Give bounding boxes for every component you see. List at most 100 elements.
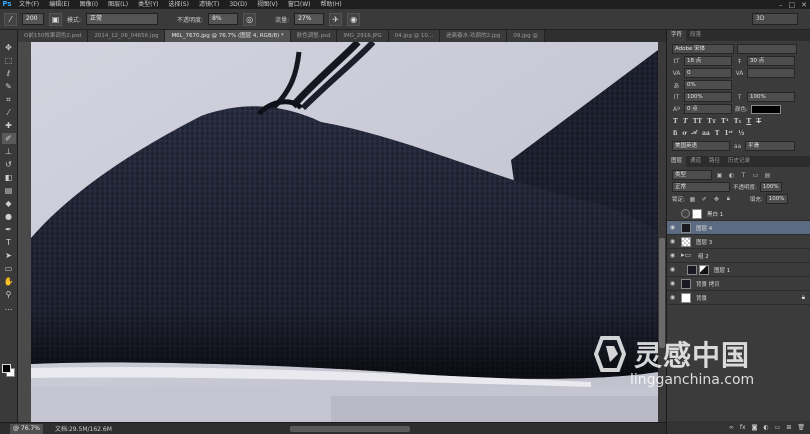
titling-icon[interactable]: T — [715, 130, 719, 137]
clone-stamp-tool-icon[interactable]: ⊥ — [2, 146, 16, 157]
tsume-input[interactable]: 0% — [684, 80, 732, 90]
eye-icon[interactable]: ◉ — [667, 266, 678, 273]
document-tab[interactable]: 2014_12_06_04656.jpg — [88, 30, 166, 42]
tab-history[interactable]: 历史记录 — [724, 156, 754, 167]
gradient-tool-icon[interactable]: ▤ — [2, 185, 16, 196]
lock-image-icon[interactable]: ✐ — [700, 196, 709, 203]
document-tab[interactable]: 肤色调整.psd — [290, 30, 338, 42]
menu-file[interactable]: 文件(F) — [14, 0, 44, 9]
strikethrough-icon[interactable]: T — [756, 117, 761, 125]
pressure-size-icon[interactable]: ◉ — [347, 12, 361, 26]
tab-layers[interactable]: 图层 — [667, 156, 687, 167]
crop-tool-icon[interactable]: ⌗ — [2, 94, 16, 105]
minimize-icon[interactable]: – — [779, 1, 783, 9]
eye-icon[interactable]: ◉ — [667, 238, 678, 245]
all-caps-icon[interactable]: TT — [693, 117, 702, 125]
mode-select[interactable]: 正常 — [86, 13, 159, 25]
font-style-select[interactable] — [737, 44, 797, 54]
zoom-level[interactable]: @ 76.7% — [10, 423, 43, 434]
menu-window[interactable]: 窗口(W) — [283, 0, 316, 9]
opacity-input[interactable]: 8% — [208, 13, 239, 25]
type-tool-icon[interactable]: T — [2, 237, 16, 248]
brush-tool-preset-icon[interactable]: ⁄ — [4, 12, 17, 26]
move-tool-icon[interactable]: ✥ — [2, 42, 16, 53]
menu-edit[interactable]: 编辑(E) — [44, 0, 74, 9]
pressure-opacity-icon[interactable]: ◎ — [243, 12, 257, 26]
faux-bold-icon[interactable]: T — [673, 117, 678, 125]
canvas-vertical-scrollbar[interactable] — [658, 42, 666, 422]
layer-row[interactable]: ◉ ▸▭ 组 2 — [667, 249, 810, 263]
layer-filter-select[interactable]: 类型 — [672, 170, 712, 180]
brush-panel-toggle-icon[interactable]: ▣ — [49, 12, 62, 26]
swash-icon[interactable]: 𝒜 — [691, 129, 697, 137]
maximize-icon[interactable]: □ — [789, 1, 796, 9]
blend-mode-select[interactable]: 正常 — [672, 182, 730, 192]
eye-icon[interactable]: ◉ — [667, 294, 678, 301]
discretionary-ligature-icon[interactable]: ơ — [682, 130, 686, 137]
layer-row[interactable]: ◉ 图层 3 — [667, 235, 810, 249]
fractions-icon[interactable]: ½ — [738, 130, 744, 137]
menu-3d[interactable]: 3D(D) — [224, 0, 252, 9]
airbrush-icon[interactable]: ✈ — [329, 12, 343, 26]
add-mask-icon[interactable]: ◙ — [752, 424, 758, 431]
underline-icon[interactable]: T — [746, 117, 751, 125]
menu-select[interactable]: 选择(S) — [163, 0, 194, 9]
document-size-info[interactable]: 文档:29.5M/162.6M — [55, 424, 112, 433]
tab-paragraph[interactable]: 段落 — [686, 30, 705, 41]
horizontal-scale-input[interactable]: 100% — [747, 92, 795, 102]
antialias-select[interactable]: 平滑 — [745, 141, 795, 151]
more-tools-icon[interactable]: … — [2, 302, 16, 313]
path-select-tool-icon[interactable]: ➤ — [2, 250, 16, 261]
eye-icon[interactable]: ◉ — [667, 280, 678, 287]
document-tab[interactable]: 04.jpg @ 10... — [388, 30, 441, 42]
flow-input[interactable]: 27% — [294, 13, 325, 25]
workspace-select[interactable]: 3D — [752, 13, 798, 25]
menu-filter[interactable]: 滤镜(T) — [194, 0, 224, 9]
eraser-tool-icon[interactable]: ◧ — [2, 172, 16, 183]
kerning-input[interactable]: 0 — [684, 68, 732, 78]
blur-tool-icon[interactable]: ◆ — [2, 198, 16, 209]
superscript-icon[interactable]: T¹ — [721, 117, 729, 125]
link-layers-icon[interactable]: ∞ — [729, 424, 734, 431]
healing-brush-tool-icon[interactable]: ✚ — [2, 120, 16, 131]
language-select[interactable]: 美国英语 — [672, 141, 730, 151]
dodge-tool-icon[interactable]: ● — [2, 211, 16, 222]
ligature-icon[interactable]: ﬁ — [673, 130, 677, 137]
lock-all-icon[interactable]: 🔒︎ — [724, 195, 733, 203]
lock-transparent-icon[interactable]: ▦ — [688, 196, 697, 203]
filter-adjust-icon[interactable]: ◐ — [727, 172, 736, 179]
leading-input[interactable]: 30 点 — [747, 56, 795, 66]
marquee-tool-icon[interactable]: ⬚ — [2, 55, 16, 66]
document-tab[interactable]: 迷离春水-欢颜的2.jpg — [440, 30, 508, 42]
brush-tool-icon[interactable]: ✐ — [1, 133, 16, 144]
layer-row[interactable]: ◉ 背景 拷贝 — [667, 277, 810, 291]
horizontal-scroll-thumb[interactable] — [290, 426, 410, 432]
subscript-icon[interactable]: T₁ — [734, 117, 742, 125]
layer-row[interactable]: ◉ 图层 1 — [667, 263, 810, 277]
font-family-select[interactable]: Adobe 宋体 — [672, 44, 734, 54]
text-color-swatch[interactable] — [750, 104, 781, 114]
layer-opacity-input[interactable]: 100% — [759, 182, 782, 192]
document-tab[interactable]: IMG_2916.JPG — [337, 30, 389, 42]
layer-row-selected[interactable]: ◉ 图层 4 — [667, 221, 810, 235]
document-tab-active[interactable]: M6L_7670.jpg @ 76.7% (图层 4, RGB/8) * — [165, 30, 291, 42]
font-size-input[interactable]: 18 点 — [684, 56, 732, 66]
history-brush-tool-icon[interactable]: ↺ — [2, 159, 16, 170]
baseline-shift-input[interactable]: 0 点 — [684, 104, 732, 114]
shape-tool-icon[interactable]: ▭ — [2, 263, 16, 274]
eyedropper-tool-icon[interactable]: ⁄ — [2, 107, 16, 118]
faux-italic-icon[interactable]: T — [683, 117, 688, 125]
alternates-icon[interactable]: aa — [702, 130, 710, 137]
menu-type[interactable]: 类型(Y) — [133, 0, 163, 9]
adjustment-layer-icon[interactable]: ◐ — [763, 424, 768, 431]
new-layer-icon[interactable]: ⊞ — [786, 424, 791, 431]
menu-view[interactable]: 视图(V) — [252, 0, 283, 9]
new-group-icon[interactable]: ▭ — [775, 424, 781, 431]
filter-pixel-icon[interactable]: ▣ — [715, 172, 724, 179]
tracking-input[interactable] — [747, 68, 795, 78]
document-tab[interactable]: O前150效果调色2.psd — [18, 30, 89, 42]
brush-size-picker[interactable]: 200 — [22, 13, 44, 25]
filter-smart-icon[interactable]: ▤ — [763, 172, 772, 179]
lock-position-icon[interactable]: ✥ — [712, 196, 721, 203]
filter-type-icon[interactable]: T — [739, 172, 748, 179]
